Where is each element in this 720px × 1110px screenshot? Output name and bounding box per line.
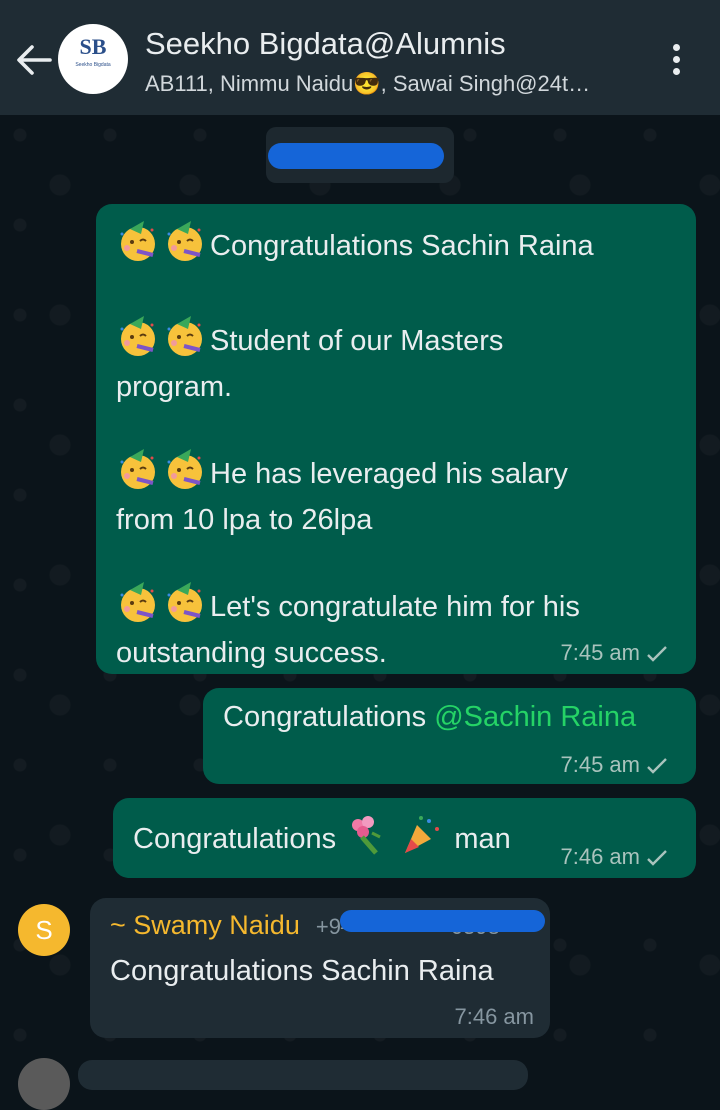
partying-face-emoji <box>118 315 157 358</box>
message-line-text: program. <box>116 371 233 403</box>
more-vert-icon[interactable] <box>666 44 686 80</box>
message-text-part: man <box>454 823 511 855</box>
message-meta: 7:45 am <box>561 752 669 778</box>
message-time: 7:45 am <box>560 640 641 665</box>
message-text-part: Congratulations <box>133 823 337 855</box>
group-participants[interactable]: AB111, Nimmu Naidu😎, Sawai Singh@24t… <box>145 71 635 97</box>
double-check-icon <box>647 646 667 662</box>
partying-face-emoji <box>165 315 204 358</box>
partying-face-emoji <box>165 220 204 263</box>
message-text: Congratulations Sachin Raina <box>110 955 494 987</box>
message-text: Congratulations Sachin Raina Student of … <box>116 220 686 676</box>
message-meta: 7:45 am <box>561 640 669 666</box>
sender-name[interactable]: ~ Swamy Naidu <box>110 910 300 940</box>
partying-face-emoji <box>118 448 157 491</box>
group-logo-text: SB <box>79 34 107 59</box>
date-chip-redacted <box>266 127 454 183</box>
double-check-icon <box>647 758 667 774</box>
message-bubble-mention[interactable]: Congratulations @Sachin Raina 7:45 am <box>203 688 696 784</box>
next-sender-avatar <box>18 1058 70 1110</box>
message-text: Congratulations @Sachin Raina <box>223 694 636 740</box>
message-bubble-incoming[interactable]: ~ Swamy Naidu+9—————0598 Congratulations… <box>90 898 550 1038</box>
back-arrow-icon[interactable] <box>14 42 54 78</box>
group-logo-subtext: Seekho Bigdata <box>75 62 111 68</box>
group-avatar[interactable]: SB Seekho Bigdata <box>58 24 128 94</box>
message-text-part: Congratulations <box>223 701 435 733</box>
double-check-icon <box>647 850 667 866</box>
message-line: Let's congratulate him for his <box>116 581 686 630</box>
message-time: 7:46 am <box>454 1004 535 1029</box>
partying-face-emoji <box>118 220 157 263</box>
next-message-bubble <box>78 1060 528 1090</box>
message-line-text: He has leveraged his salary <box>210 458 568 490</box>
partying-face-emoji <box>165 581 204 624</box>
message-line-text: Congratulations Sachin Raina <box>210 230 594 262</box>
message-bubble-announcement[interactable]: Congratulations Sachin Raina Student of … <box>96 204 696 674</box>
message-line: Student of our Masters <box>116 315 686 364</box>
message-bubble-congrats[interactable]: Congratulations man 7:46 am <box>113 798 696 878</box>
sender-avatar[interactable]: S <box>18 904 70 956</box>
partying-face-emoji <box>118 581 157 624</box>
mention-link[interactable]: @Sachin Raina <box>434 701 636 733</box>
bouquet-emoji <box>352 816 381 855</box>
message-line: He has leveraged his salary <box>116 448 686 497</box>
group-name[interactable]: Seekho Bigdata@Alumnis <box>145 26 506 62</box>
partying-face-emoji <box>165 448 204 491</box>
message-meta: 7:46 am <box>455 1004 535 1030</box>
party-popper-emoji <box>405 816 440 853</box>
message-line-text: Let's congratulate him for his <box>210 591 580 623</box>
message-line-text: Student of our Masters <box>210 325 504 357</box>
message-line-text: from 10 lpa to 26lpa <box>116 504 373 536</box>
redaction-scribble <box>340 910 545 932</box>
message-line: Congratulations Sachin Raina <box>116 220 686 269</box>
chat-header[interactable]: SB Seekho Bigdata Seekho Bigdata@Alumnis… <box>0 0 720 115</box>
redaction-scribble <box>268 143 444 169</box>
message-time: 7:45 am <box>560 752 641 777</box>
message-text: Congratulations man <box>133 813 511 862</box>
message-meta: 7:46 am <box>561 844 669 870</box>
message-time: 7:46 am <box>560 844 641 869</box>
